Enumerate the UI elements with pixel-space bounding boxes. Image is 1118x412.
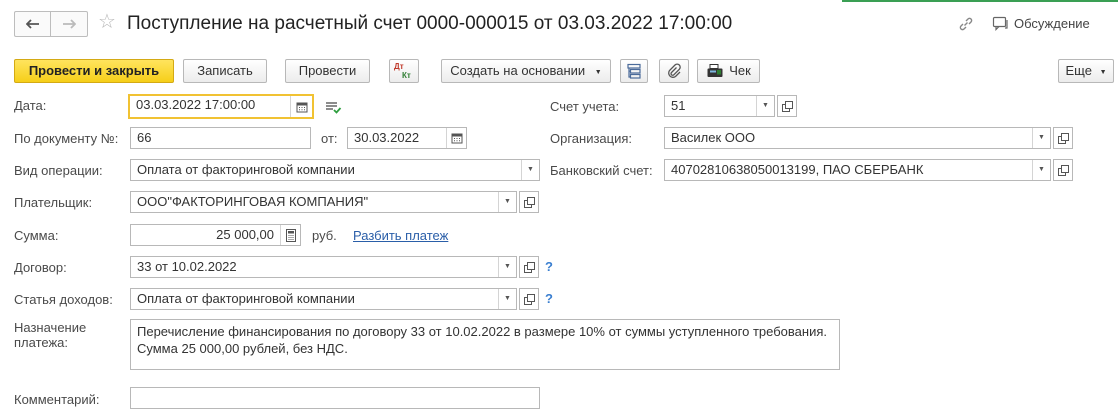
- account-select[interactable]: 51 ▼: [664, 95, 775, 117]
- doc-date-label: от:: [321, 131, 338, 146]
- bank-account-label: Банковский счет:: [550, 163, 653, 178]
- date-calendar-button[interactable]: [290, 96, 312, 117]
- receipt-button-label: Чек: [729, 63, 751, 78]
- purpose-label: Назначение платежа:: [14, 320, 87, 350]
- structure-button[interactable]: [620, 59, 648, 83]
- contract-open-button[interactable]: [519, 256, 539, 278]
- dt-kt-button[interactable]: Дт Кт: [389, 59, 419, 83]
- more-label: Еще: [1065, 63, 1092, 78]
- post-button[interactable]: Провести: [285, 59, 370, 83]
- chevron-down-icon[interactable]: ▼: [521, 160, 539, 180]
- paperclip-icon: [668, 63, 681, 78]
- chevron-down-icon[interactable]: ▼: [1032, 128, 1050, 148]
- comment-label: Комментарий:: [14, 392, 100, 407]
- contract-help-icon[interactable]: ?: [545, 259, 553, 274]
- chevron-down-icon[interactable]: ▼: [756, 96, 774, 116]
- chevron-down-icon[interactable]: ▼: [1032, 160, 1050, 180]
- contract-value: 33 от 10.02.2022: [137, 259, 237, 274]
- income-item-open-button[interactable]: [519, 288, 539, 310]
- doc-number-input[interactable]: 66: [130, 127, 311, 149]
- post-and-close-button[interactable]: Провести и закрыть: [14, 59, 174, 83]
- date-label: Дата:: [14, 98, 47, 113]
- open-form-icon: [523, 261, 535, 273]
- dropdown-arrow-icon: ▼: [1099, 69, 1107, 76]
- organization-label: Организация:: [550, 131, 633, 146]
- income-item-value: Оплата от факторинговой компании: [137, 291, 355, 306]
- account-value: 51: [671, 98, 686, 113]
- document-registry-icon[interactable]: [324, 99, 342, 118]
- currency-label: руб.: [312, 228, 337, 243]
- open-form-icon: [781, 100, 793, 112]
- star-icon[interactable]: ☆: [98, 12, 116, 32]
- calendar-icon: [296, 102, 307, 112]
- forward-button[interactable]: [50, 11, 88, 37]
- date-value: 03.03.2022 17:00:00: [136, 97, 256, 112]
- open-form-icon: [1057, 164, 1069, 176]
- income-item-select[interactable]: Оплата от факторинговой компании ▼: [130, 288, 517, 310]
- account-open-button[interactable]: [777, 95, 797, 117]
- chevron-down-icon[interactable]: ▼: [498, 192, 516, 212]
- date-input[interactable]: 03.03.2022 17:00:00: [128, 94, 314, 119]
- payer-label: Плательщик:: [14, 195, 93, 210]
- account-label: Счет учета:: [550, 99, 620, 114]
- operation-type-label: Вид операции:: [14, 163, 103, 178]
- amount-label: Сумма:: [14, 228, 59, 243]
- calculator-icon: [285, 228, 296, 242]
- amount-input[interactable]: 25 000,00: [130, 224, 301, 246]
- bank-account-open-button[interactable]: [1053, 159, 1073, 181]
- doc-date-calendar-button[interactable]: [446, 128, 466, 148]
- link-icon[interactable]: [958, 16, 974, 35]
- dt-kt-icon: Дт Кт: [394, 62, 414, 80]
- bank-account-value: 40702810638050013199, ПАО СБЕРБАНК: [671, 162, 924, 177]
- receipt-button[interactable]: Чек: [697, 59, 760, 83]
- arrow-right-icon: [63, 19, 76, 29]
- doc-date-value: 30.03.2022: [354, 130, 420, 145]
- comment-input[interactable]: [130, 387, 540, 409]
- chevron-down-icon[interactable]: ▼: [498, 289, 516, 309]
- cash-register-icon: [707, 64, 723, 77]
- split-payment-link[interactable]: Разбить платеж: [353, 228, 448, 243]
- doc-number-label: По документу №:: [14, 131, 119, 146]
- structure-icon: [627, 63, 641, 79]
- dropdown-arrow-icon: ▼: [594, 69, 602, 76]
- attach-button[interactable]: [659, 59, 689, 83]
- kt-label: Кт: [402, 71, 411, 80]
- organization-value: Василек ООО: [671, 130, 756, 145]
- navigation-buttons: [14, 11, 88, 37]
- calendar-icon: [451, 133, 462, 144]
- discussion-link[interactable]: Обсуждение: [1014, 16, 1090, 31]
- open-form-icon: [1057, 132, 1069, 144]
- open-form-icon: [523, 293, 535, 305]
- income-item-help-icon[interactable]: ?: [545, 291, 553, 306]
- create-based-on-label: Создать на основании: [450, 63, 586, 78]
- chat-bubble-icon[interactable]: [992, 16, 1010, 35]
- payer-value: ООО"ФАКТОРИНГОВАЯ КОМПАНИЯ": [137, 194, 369, 209]
- purpose-textarea[interactable]: Перечисление финансирования по договору …: [130, 319, 840, 370]
- organization-open-button[interactable]: [1053, 127, 1073, 149]
- dt-label: Дт: [394, 62, 404, 71]
- contract-label: Договор:: [14, 260, 67, 275]
- back-button[interactable]: [14, 11, 51, 37]
- payer-open-button[interactable]: [519, 191, 539, 213]
- arrow-left-icon: [26, 19, 39, 29]
- chevron-down-icon[interactable]: ▼: [498, 257, 516, 277]
- page-title: Поступление на расчетный счет 0000-00001…: [127, 13, 733, 34]
- operation-type-value: Оплата от факторинговой компании: [137, 162, 355, 177]
- open-form-icon: [523, 196, 535, 208]
- more-menu-button[interactable]: Еще ▼: [1058, 59, 1114, 83]
- organization-select[interactable]: Василек ООО ▼: [664, 127, 1051, 149]
- create-based-on-button[interactable]: Создать на основании ▼: [441, 59, 611, 83]
- doc-date-input[interactable]: 30.03.2022: [347, 127, 467, 149]
- amount-value: 25 000,00: [216, 227, 274, 242]
- accent-line: [842, 0, 1118, 2]
- operation-type-select[interactable]: Оплата от факторинговой компании ▼: [130, 159, 540, 181]
- calculator-button[interactable]: [280, 225, 300, 245]
- payer-select[interactable]: ООО"ФАКТОРИНГОВАЯ КОМПАНИЯ" ▼: [130, 191, 517, 213]
- contract-select[interactable]: 33 от 10.02.2022 ▼: [130, 256, 517, 278]
- bank-account-select[interactable]: 40702810638050013199, ПАО СБЕРБАНК ▼: [664, 159, 1051, 181]
- save-button[interactable]: Записать: [183, 59, 267, 83]
- income-item-label: Статья доходов:: [14, 292, 113, 307]
